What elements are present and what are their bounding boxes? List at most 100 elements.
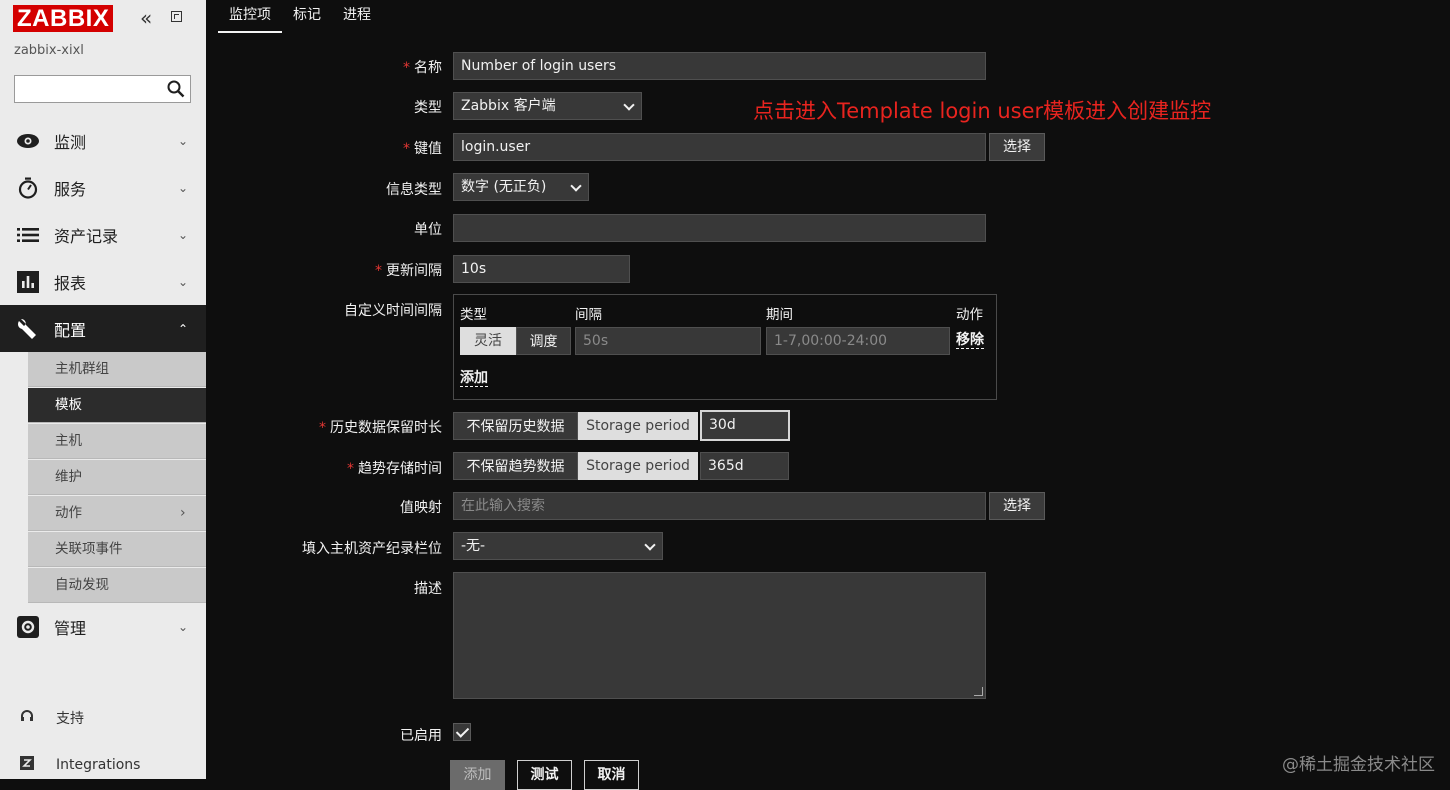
subnav-event-correlation[interactable]: 关联项事件	[28, 532, 206, 567]
trends-label-text: 趋势存储时间	[358, 461, 442, 477]
col-action-header: 动作	[956, 307, 983, 323]
collapse-sidebar-icon[interactable]: «	[140, 8, 152, 28]
nav-services[interactable]: 服务 ⌄	[0, 164, 206, 211]
flexible-toggle[interactable]: 灵活	[460, 327, 516, 355]
type-select-value: Zabbix 客户端	[461, 98, 556, 114]
key-label: * 键值	[403, 138, 442, 158]
z-logo-icon	[20, 756, 34, 774]
sidebar: ZABBIX « zabbix-xixl 监测 ⌄ 服务 ⌄ 资产记录 ⌄ 报表	[0, 0, 206, 779]
chevron-right-icon: ›	[180, 505, 186, 521]
nav-configuration-label: 配置	[54, 320, 87, 340]
trends-period-input[interactable]: 365d	[700, 452, 789, 480]
name-label-text: 名称	[414, 60, 442, 76]
type-label: 类型	[414, 100, 442, 116]
type-select[interactable]: Zabbix 客户端	[453, 92, 642, 120]
subnav-actions[interactable]: 动作 ›	[28, 496, 206, 531]
trends-label: * 趋势存储时间	[347, 458, 442, 478]
chevron-down-icon: ⌄	[178, 227, 189, 242]
tab-preprocessing[interactable]: 进程	[332, 0, 382, 31]
info-type-select-value: 数字 (无正负)	[461, 179, 547, 195]
custom-interval-input[interactable]: 50s	[575, 327, 761, 355]
sidebar-search-input[interactable]	[14, 75, 191, 103]
required-star: *	[319, 420, 326, 436]
col-period-header: 期间	[766, 307, 793, 323]
name-input[interactable]: Number of login users	[453, 52, 986, 80]
enabled-checkbox[interactable]	[453, 723, 471, 741]
key-input[interactable]: login.user	[453, 133, 986, 161]
subnav-actions-label: 动作	[55, 505, 82, 521]
resize-handle-icon[interactable]	[974, 687, 983, 696]
cancel-button[interactable]: 取消	[584, 760, 639, 790]
nav-integrations[interactable]: Integrations	[0, 750, 206, 779]
required-star: *	[403, 60, 410, 76]
history-label: * 历史数据保留时长	[319, 417, 442, 437]
info-type-label: 信息类型	[386, 182, 442, 198]
remove-interval-link[interactable]: 移除	[956, 332, 984, 349]
nav-configuration[interactable]: 配置 ⌃	[0, 305, 206, 352]
name-label: * 名称	[403, 57, 442, 77]
nav-support[interactable]: 支持	[0, 703, 206, 733]
custom-period-input[interactable]: 1-7,00:00-24:00	[766, 327, 950, 355]
inventory-field-select[interactable]: -无-	[453, 532, 663, 560]
required-star: *	[403, 141, 410, 157]
nav-administration-label: 管理	[54, 618, 87, 638]
nav-monitoring[interactable]: 监测 ⌄	[0, 117, 206, 164]
interval-label-text: 更新间隔	[386, 263, 442, 279]
key-select-button[interactable]: 选择	[989, 133, 1045, 161]
history-label-text: 历史数据保留时长	[330, 420, 442, 436]
valuemap-select-button[interactable]: 选择	[989, 492, 1045, 520]
nav-monitoring-label: 监测	[54, 132, 87, 152]
interval-label: * 更新间隔	[375, 260, 442, 280]
chevron-down-icon: ⌄	[178, 133, 189, 148]
wrench-icon	[16, 317, 40, 341]
scheduling-toggle[interactable]: 调度	[516, 327, 571, 355]
subnav-templates[interactable]: 模板	[28, 388, 206, 423]
trends-do-not-keep-toggle[interactable]: 不保留趋势数据	[453, 452, 578, 480]
headset-icon	[20, 709, 34, 727]
chevron-down-icon: ⌄	[178, 619, 189, 634]
custom-intervals-label: 自定义时间间隔	[344, 303, 442, 319]
subnav-maintenance[interactable]: 维护	[28, 460, 206, 495]
search-icon[interactable]	[167, 80, 185, 98]
tab-tags[interactable]: 标记	[282, 0, 332, 31]
add-button[interactable]: 添加	[450, 760, 505, 790]
test-button[interactable]: 测试	[517, 760, 572, 790]
nav-administration[interactable]: 管理 ⌄	[0, 603, 206, 650]
info-type-select[interactable]: 数字 (无正负)	[453, 173, 589, 201]
history-do-not-keep-toggle[interactable]: 不保留历史数据	[453, 412, 578, 440]
units-input[interactable]	[453, 214, 986, 242]
tab-item[interactable]: 监控项	[218, 0, 282, 33]
col-interval-header: 间隔	[575, 307, 602, 323]
watermark: @稀土掘金技术社区	[1282, 755, 1435, 775]
bar-chart-icon	[16, 270, 40, 294]
subnav-discovery[interactable]: 自动发现	[28, 568, 206, 603]
nav-integrations-label: Integrations	[56, 757, 141, 773]
item-tabs: 监控项 标记 进程	[218, 0, 382, 33]
valuemap-search-input[interactable]: 在此输入搜索	[453, 492, 986, 520]
subnav-host-groups[interactable]: 主机群组	[28, 352, 206, 387]
required-star: *	[375, 263, 382, 279]
description-label: 描述	[414, 581, 442, 597]
custom-intervals-table: 类型 间隔 期间 动作 灵活 调度 50s 1-7,00:00-24:00 移除…	[453, 294, 997, 400]
gear-icon	[16, 615, 40, 639]
add-interval-link[interactable]: 添加	[460, 370, 488, 387]
valuemap-label: 值映射	[400, 500, 442, 516]
nav-reports[interactable]: 报表 ⌄	[0, 258, 206, 305]
nav-support-label: 支持	[56, 711, 84, 727]
interval-input[interactable]: 10s	[453, 255, 630, 283]
trends-storage-period-toggle[interactable]: Storage period	[578, 452, 698, 480]
zabbix-logo[interactable]: ZABBIX	[13, 5, 114, 32]
history-period-input[interactable]: 30d	[700, 410, 790, 441]
nav-inventory-label: 资产记录	[54, 226, 119, 246]
enabled-label: 已启用	[400, 728, 442, 744]
nav-reports-label: 报表	[54, 273, 87, 293]
description-textarea[interactable]	[453, 572, 986, 699]
subnav-hosts[interactable]: 主机	[28, 424, 206, 459]
kiosk-mode-icon[interactable]	[171, 11, 182, 22]
units-label: 单位	[414, 222, 442, 238]
annotation-text: 点击进入Template login user模板进入创建监控	[753, 99, 1212, 123]
nav-inventory[interactable]: 资产记录 ⌄	[0, 211, 206, 258]
key-label-text: 键值	[414, 141, 442, 157]
chevron-down-icon: ⌄	[178, 274, 189, 289]
history-storage-period-toggle[interactable]: Storage period	[578, 412, 698, 440]
